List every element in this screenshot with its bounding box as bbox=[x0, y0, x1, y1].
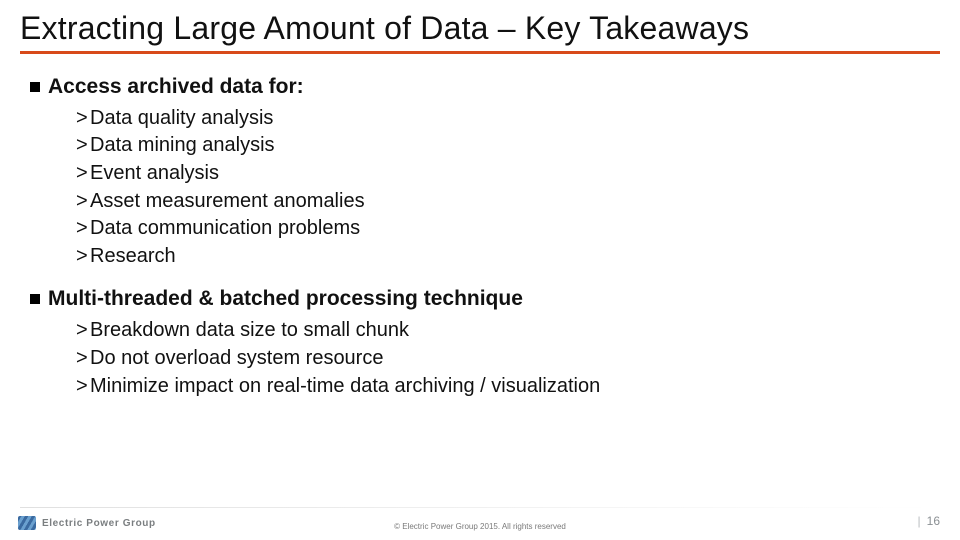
logo-icon bbox=[18, 516, 36, 530]
page-number: | 16 bbox=[918, 514, 940, 528]
square-bullet-icon bbox=[30, 294, 40, 304]
section-heading-1: Multi-threaded & batched processing tech… bbox=[30, 280, 930, 315]
list-item-text: Breakdown data size to small chunk bbox=[90, 319, 409, 341]
logo-text: Electric Power Group bbox=[42, 518, 156, 529]
copyright-text: © Electric Power Group 2015. All rights … bbox=[394, 522, 566, 531]
angle-bullet-icon: > bbox=[76, 216, 90, 242]
list-item: >Do not overload system resource bbox=[76, 345, 930, 373]
list-item-text: Data mining analysis bbox=[90, 134, 275, 156]
angle-bullet-icon: > bbox=[76, 318, 90, 344]
square-bullet-icon bbox=[30, 82, 40, 92]
section-heading-text: Multi-threaded & batched processing tech… bbox=[48, 287, 523, 310]
angle-bullet-icon: > bbox=[76, 106, 90, 132]
list-item: >Breakdown data size to small chunk bbox=[76, 317, 930, 345]
angle-bullet-icon: > bbox=[76, 244, 90, 270]
list-item-text: Research bbox=[90, 245, 176, 267]
list-item-text: Data communication problems bbox=[90, 217, 360, 239]
list-item-text: Asset measurement anomalies bbox=[90, 190, 365, 212]
page-number-value: 16 bbox=[927, 514, 940, 528]
footer-logo: Electric Power Group bbox=[18, 516, 156, 530]
list-item-text: Do not overload system resource bbox=[90, 347, 383, 369]
section-0-list: >Data quality analysis >Data mining anal… bbox=[30, 103, 930, 281]
angle-bullet-icon: > bbox=[76, 374, 90, 400]
slide: Extracting Large Amount of Data – Key Ta… bbox=[0, 0, 960, 540]
list-item-text: Minimize impact on real-time data archiv… bbox=[90, 375, 600, 397]
list-item: >Event analysis bbox=[76, 160, 930, 188]
list-item-text: Event analysis bbox=[90, 162, 219, 184]
section-1-list: >Breakdown data size to small chunk >Do … bbox=[30, 315, 930, 410]
angle-bullet-icon: > bbox=[76, 161, 90, 187]
angle-bullet-icon: > bbox=[76, 346, 90, 372]
content-area: Access archived data for: >Data quality … bbox=[0, 54, 960, 410]
section-heading-text: Access archived data for: bbox=[48, 75, 304, 98]
page-number-divider: | bbox=[918, 514, 921, 528]
angle-bullet-icon: > bbox=[76, 189, 90, 215]
list-item: >Data mining analysis bbox=[76, 132, 930, 160]
section-heading-0: Access archived data for: bbox=[30, 68, 930, 103]
list-item: >Minimize impact on real-time data archi… bbox=[76, 373, 930, 401]
slide-title: Extracting Large Amount of Data – Key Ta… bbox=[0, 0, 960, 51]
list-item-text: Data quality analysis bbox=[90, 107, 273, 129]
list-item: >Asset measurement anomalies bbox=[76, 188, 930, 216]
list-item: >Data communication problems bbox=[76, 215, 930, 243]
list-item: >Research bbox=[76, 243, 930, 271]
list-item: >Data quality analysis bbox=[76, 105, 930, 133]
angle-bullet-icon: > bbox=[76, 133, 90, 159]
footer: Electric Power Group © Electric Power Gr… bbox=[0, 504, 960, 534]
